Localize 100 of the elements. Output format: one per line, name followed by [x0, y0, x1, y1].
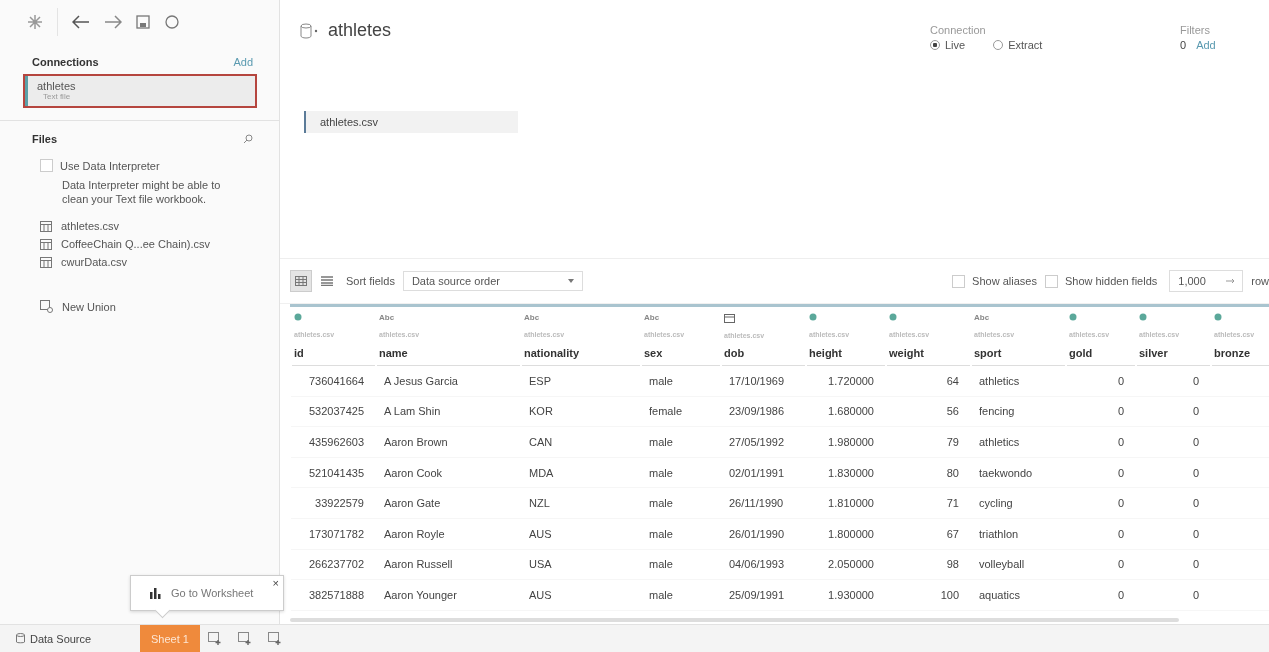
table-cell: 27/05/1992	[729, 436, 785, 448]
table-cell: 0	[1192, 497, 1199, 510]
table-cell: taekwondo	[979, 466, 1033, 479]
row-count-field[interactable]: 1,000	[1169, 270, 1244, 292]
table-cell: 0	[1192, 527, 1199, 540]
table-cell: 98	[946, 558, 959, 571]
database-icon	[16, 633, 25, 644]
type-label[interactable]: Abc	[379, 313, 395, 322]
calendar-icon[interactable]	[724, 313, 735, 323]
list-icon[interactable]	[321, 276, 333, 286]
table-cell: 67	[946, 527, 959, 540]
table-cell: 0	[1192, 466, 1199, 479]
table-cell: athletics	[979, 374, 1020, 387]
worksheet-tooltip[interactable]: Go to Worksheet ×	[130, 575, 284, 611]
table-cell: 382571888	[308, 588, 364, 601]
logo-icon	[27, 14, 43, 30]
file-item[interactable]: athletes.csv	[61, 220, 120, 232]
column-name: silver	[1139, 347, 1168, 359]
filters-count: 0	[1180, 39, 1187, 51]
option-label: Show hidden fields	[1064, 275, 1158, 287]
number-type-icon[interactable]	[1069, 313, 1077, 321]
checkbox[interactable]	[40, 159, 53, 172]
table-cell: cycling	[979, 497, 1013, 510]
table-cell: MDA	[529, 466, 554, 479]
table-cell: 80	[946, 466, 959, 479]
table-cell: 0	[1117, 588, 1124, 601]
table-cell: male	[649, 558, 673, 571]
table-cell: 173071782	[308, 527, 364, 540]
new-story-icon[interactable]	[268, 632, 282, 645]
file-item[interactable]: CoffeeChain Q...ee Chain).csv	[61, 238, 210, 250]
table-cell: Aaron Gate	[384, 497, 441, 510]
number-type-icon[interactable]	[889, 313, 897, 321]
table-cell: Aaron Cook	[384, 466, 443, 479]
column-name: sex	[644, 347, 663, 359]
back-icon[interactable]	[72, 15, 90, 29]
grid-icon[interactable]	[295, 276, 307, 286]
option-label: Show aliases	[972, 275, 1037, 287]
table-cell: A Lam Shin	[384, 405, 441, 418]
data-source-tab[interactable]: Data Source	[0, 625, 140, 652]
table-cell: 100	[940, 588, 959, 601]
interpreter-note: Data Interpreter might be able to clean your Text file workbook.	[62, 178, 222, 206]
new-dashboard-icon[interactable]	[238, 632, 252, 645]
grid-view-button[interactable]	[290, 270, 312, 292]
number-type-icon[interactable]	[294, 313, 302, 321]
table-cell: Aaron Younger	[384, 588, 457, 601]
checkbox[interactable]	[952, 274, 966, 288]
column-name: dob	[724, 347, 745, 359]
table-icon	[40, 238, 52, 250]
table-cell: 26/01/1990	[729, 527, 785, 540]
new-union-item[interactable]: New Union	[62, 300, 116, 313]
table-icon	[40, 256, 52, 268]
type-label[interactable]: Abc	[524, 313, 540, 322]
save-icon[interactable]	[136, 15, 150, 29]
table-cell: male	[649, 374, 673, 387]
table-cell: 2.050000	[828, 558, 874, 571]
column-name: name	[379, 347, 408, 359]
refresh-icon[interactable]	[164, 14, 180, 30]
table-cell: 1.980000	[828, 436, 874, 448]
table-cell: 56	[946, 405, 959, 418]
table-cell: 23/09/1986	[729, 405, 785, 418]
table-cell: Aaron Brown	[384, 436, 448, 448]
type-label[interactable]: Abc	[644, 313, 660, 322]
table-cell: 1.800000	[828, 527, 874, 540]
table-cell: 17/10/1969	[729, 374, 785, 387]
table-cell: 0	[1192, 436, 1199, 448]
table-cell: female	[649, 405, 683, 418]
table-cell: 435962603	[308, 436, 364, 448]
table-cell: Aaron Russell	[384, 558, 453, 571]
number-type-icon[interactable]	[1214, 313, 1222, 321]
connection-item[interactable]: athletes Text file	[23, 74, 257, 108]
table-pill[interactable]: athletes.csv	[304, 111, 518, 133]
radio-label: Live	[945, 39, 966, 51]
number-type-icon[interactable]	[809, 313, 817, 321]
checkbox[interactable]	[1044, 274, 1058, 288]
type-label[interactable]: Abc	[974, 313, 990, 322]
radio-button[interactable]	[930, 40, 940, 50]
close-button[interactable]: ×	[272, 577, 279, 589]
table-cell: male	[649, 436, 673, 448]
table-cell: fencing	[979, 405, 1015, 418]
forward-icon[interactable]	[104, 15, 122, 29]
data-source-title[interactable]: athletes	[328, 20, 392, 41]
table-cell: AUS	[529, 527, 552, 540]
file-item[interactable]: cwurData.csv	[61, 256, 128, 268]
table-cell: volleyball	[979, 558, 1025, 571]
bar-chart-icon	[149, 587, 163, 599]
table-cell: aquatics	[979, 588, 1020, 601]
new-worksheet-icon[interactable]	[208, 632, 222, 645]
table-cell: 33922579	[315, 497, 364, 510]
table-cell: Aaron Royle	[384, 527, 445, 540]
arrow-icon[interactable]	[1226, 278, 1237, 284]
table-icon	[40, 220, 52, 232]
table-cell: 521041435	[308, 466, 364, 479]
table-cell: athletics	[979, 436, 1020, 448]
sort-dropdown[interactable]: Data source order	[402, 271, 583, 291]
filters-label: Filters	[1180, 24, 1211, 36]
database-icon[interactable]	[300, 22, 320, 39]
column-name: weight	[889, 347, 924, 359]
search-icon[interactable]	[243, 134, 253, 144]
table-cell: 0	[1117, 527, 1124, 540]
number-type-icon[interactable]	[1139, 313, 1147, 321]
